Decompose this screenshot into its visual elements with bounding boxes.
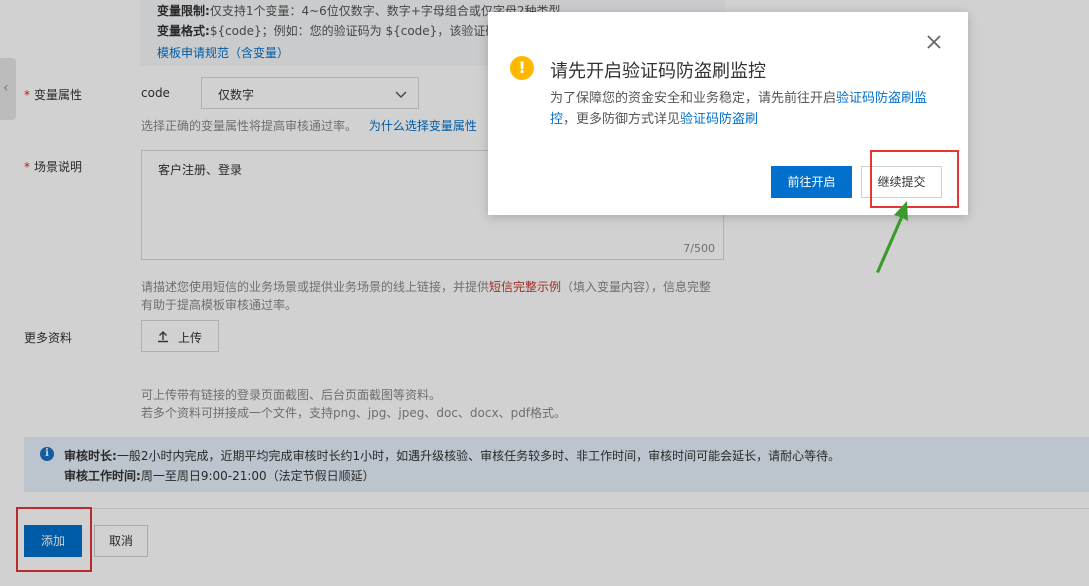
dialog-body-text1: 为了保障您的资金安全和业务稳定，请先前往开启 — [550, 91, 837, 106]
go-enable-button[interactable]: 前往开启 — [771, 166, 852, 198]
warning-icon: ! — [510, 56, 534, 80]
captcha-anti-fraud-link[interactable]: 验证码防盗刷 — [680, 112, 758, 127]
dialog-body-text2: ，更多防御方式详见 — [563, 112, 681, 127]
anti-fraud-monitor-dialog: ! 请先开启验证码防盗刷监控 为了保障您的资金安全和业务稳定，请先前往开启验证码… — [488, 12, 968, 215]
dialog-title: 请先开启验证码防盗刷监控 — [550, 61, 766, 82]
dialog-body: 为了保障您的资金安全和业务稳定，请先前往开启验证码防盗刷监控，更多防御方式详见验… — [550, 88, 940, 130]
close-icon[interactable] — [925, 33, 943, 51]
annotation-arrow — [876, 201, 908, 273]
